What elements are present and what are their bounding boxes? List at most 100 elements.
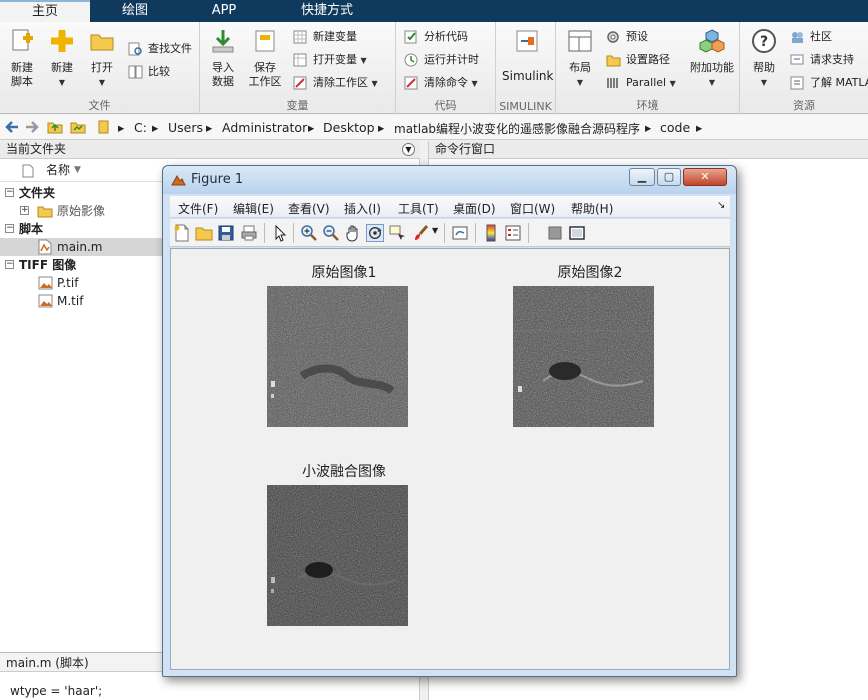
image-file-icon <box>38 276 53 290</box>
find-files-label: 查找文件 <box>148 42 192 55</box>
group-file: 新建 脚本 新建 ▼ 打开 ▼ 查找文件 比较 文件 <box>0 22 200 114</box>
pointer-arrow-icon[interactable] <box>271 224 289 242</box>
breadcrumb-item[interactable]: code <box>660 120 690 135</box>
fused-image[interactable] <box>267 485 408 626</box>
save-workspace-button[interactable]: 保存 工作区 <box>243 26 287 89</box>
help-caret-icon[interactable]: ▼ <box>761 78 767 87</box>
print-icon[interactable] <box>240 224 258 242</box>
collapse-icon[interactable]: − <box>5 188 14 197</box>
rotate-3d-icon[interactable] <box>366 224 384 242</box>
menu-edit[interactable]: 编辑(E) <box>233 200 274 217</box>
clear-workspace-caret-icon[interactable]: ▼ <box>372 79 378 88</box>
zoom-in-icon[interactable] <box>300 224 318 242</box>
learn-matlab-button[interactable]: 了解 MATLAB <box>790 73 868 93</box>
community-button[interactable]: 社区 <box>790 27 832 47</box>
forward-arrow-icon[interactable] <box>24 120 40 134</box>
analyze-code-label: 分析代码 <box>424 30 468 43</box>
colorbar-icon[interactable] <box>482 224 500 242</box>
find-files-button[interactable]: 查找文件 <box>128 39 192 59</box>
up-folder-icon[interactable] <box>47 120 63 134</box>
new-variable-icon <box>293 30 307 44</box>
breadcrumb-item[interactable]: matlab编程小波变化的遥感影像融合源码程序 <box>394 120 640 137</box>
preferences-button[interactable]: 预设 <box>606 27 648 47</box>
figure-title-bar[interactable]: Figure 1 ▁ ▢ ✕ <box>163 166 736 194</box>
data-cursor-icon[interactable] <box>388 224 406 242</box>
link-plot-icon[interactable] <box>451 224 469 242</box>
minimize-button[interactable]: ▁ <box>629 168 655 186</box>
collapse-icon[interactable]: − <box>5 260 14 269</box>
open-variable-button[interactable]: 打开变量 ▼ <box>293 50 367 70</box>
tab-home[interactable]: 主页 <box>0 0 90 22</box>
menu-view[interactable]: 查看(V) <box>288 200 330 217</box>
parallel-caret-icon[interactable]: ▼ <box>670 79 676 88</box>
breadcrumb-sep-icon: ▸ <box>152 120 159 135</box>
breadcrumb-item[interactable]: Administrator <box>222 120 307 135</box>
panel-menu-icon[interactable]: ▼ <box>402 143 415 156</box>
new-caret-icon[interactable]: ▼ <box>59 78 65 87</box>
add-ons-button[interactable]: 附加功能 ▼ <box>688 26 736 90</box>
original-image-1[interactable] <box>267 286 408 427</box>
simulink-button[interactable]: Simulink <box>502 26 553 83</box>
import-data-button[interactable]: 导入 数据 <box>201 26 245 89</box>
run-and-time-button[interactable]: 运行并计时 <box>404 50 479 70</box>
zoom-out-icon[interactable] <box>322 224 340 242</box>
breadcrumb-item[interactable]: Desktop <box>323 120 375 135</box>
dock-arrow-icon[interactable]: ↘ <box>717 200 725 211</box>
menu-tools[interactable]: 工具(T) <box>398 200 439 217</box>
open-button[interactable]: 打开 ▼ <box>80 26 124 90</box>
request-support-label: 请求支持 <box>810 53 854 66</box>
sort-arrow-icon[interactable]: ▼ <box>74 160 81 181</box>
new-variable-button[interactable]: 新建变量 <box>293 27 357 47</box>
analyze-code-button[interactable]: 分析代码 <box>404 27 468 47</box>
open-caret-icon[interactable]: ▼ <box>99 78 105 87</box>
collapse-icon[interactable]: − <box>5 224 14 233</box>
help-button[interactable]: ? 帮助 ▼ <box>742 26 786 90</box>
compare-icon <box>128 65 143 79</box>
tab-shortcuts[interactable]: 快捷方式 <box>268 0 386 22</box>
show-plot-tools-icon[interactable] <box>568 224 586 242</box>
brush-caret-icon[interactable]: ▼ <box>432 226 438 235</box>
original-image-2[interactable] <box>513 286 654 427</box>
new-button[interactable]: 新建 ▼ <box>40 26 84 90</box>
save-icon[interactable] <box>217 224 235 242</box>
menu-window[interactable]: 窗口(W) <box>510 200 555 217</box>
set-path-button[interactable]: 设置路径 <box>606 50 670 70</box>
name-column-header[interactable]: 名称 <box>46 160 70 181</box>
tab-apps[interactable]: APP <box>180 0 268 22</box>
compare-button[interactable]: 比较 <box>128 62 170 82</box>
hide-plot-tools-icon[interactable] <box>546 224 564 242</box>
pan-hand-icon[interactable] <box>344 224 362 242</box>
menu-help[interactable]: 帮助(H) <box>571 200 613 217</box>
add-ons-caret-icon[interactable]: ▼ <box>709 78 715 87</box>
clear-workspace-button[interactable]: 清除工作区 ▼ <box>293 73 378 93</box>
new-script-button[interactable]: 新建 脚本 <box>0 26 44 89</box>
breadcrumb-item[interactable]: C: <box>134 120 147 135</box>
request-support-button[interactable]: 请求支持 <box>790 50 854 70</box>
maximize-button[interactable]: ▢ <box>657 168 681 186</box>
parallel-button[interactable]: Parallel ▼ <box>606 73 676 93</box>
layout-caret-icon[interactable]: ▼ <box>577 78 583 87</box>
simulink-icon <box>516 30 538 52</box>
brush-icon[interactable] <box>412 224 430 242</box>
menu-desktop[interactable]: 桌面(D) <box>453 200 496 217</box>
set-path-icon <box>606 55 621 67</box>
open-file-icon[interactable] <box>195 224 213 242</box>
clear-commands-button[interactable]: 清除命令 ▼ <box>404 73 478 93</box>
tab-plots[interactable]: 绘图 <box>90 0 180 22</box>
root-folder-icon[interactable] <box>97 120 113 134</box>
close-button[interactable]: ✕ <box>683 168 727 186</box>
expand-icon[interactable]: + <box>20 206 29 215</box>
open-variable-caret-icon[interactable]: ▼ <box>361 56 367 65</box>
menu-file[interactable]: 文件(F) <box>178 200 218 217</box>
menu-insert[interactable]: 插入(I) <box>344 200 381 217</box>
minimize-icon: ▁ <box>637 170 647 183</box>
legend-icon[interactable] <box>504 224 522 242</box>
layout-button[interactable]: 布局 ▼ <box>558 26 602 90</box>
folder-name: 原始影像 <box>57 204 106 218</box>
new-figure-icon[interactable] <box>173 224 191 242</box>
browse-folder-icon[interactable] <box>70 120 86 134</box>
clear-commands-caret-icon[interactable]: ▼ <box>472 79 478 88</box>
learn-matlab-icon <box>790 76 804 90</box>
breadcrumb-item[interactable]: Users <box>168 120 203 135</box>
back-arrow-icon[interactable] <box>4 120 20 134</box>
